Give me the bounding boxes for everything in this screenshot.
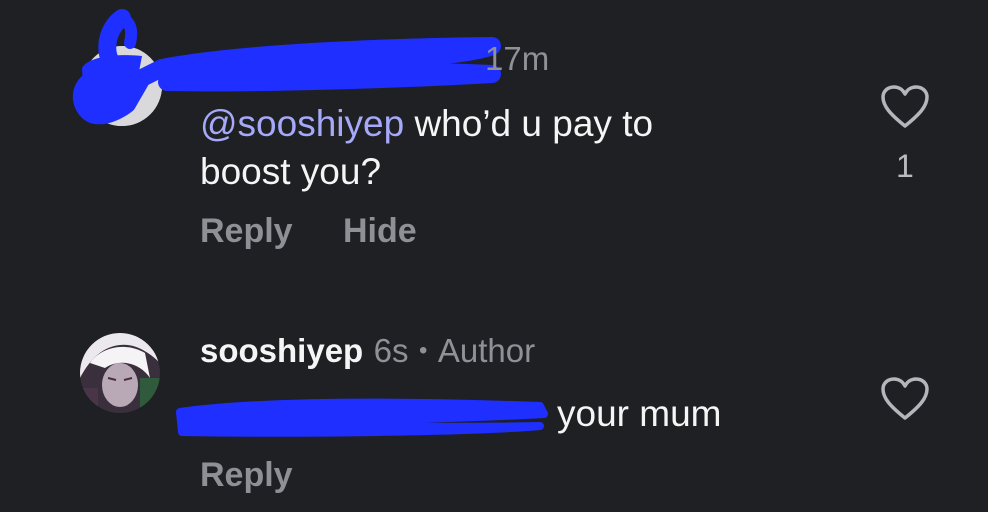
comment-timestamp: 17m: [485, 40, 550, 77]
hide-button[interactable]: Hide: [343, 212, 417, 251]
like-count: 1: [896, 148, 914, 184]
comment-body: @sooshiyep who’d u pay to: [200, 101, 653, 147]
reply-button[interactable]: Reply: [200, 456, 293, 495]
heart-icon[interactable]: [880, 376, 930, 422]
comment-header: sooshiyep 6s • Author: [200, 332, 535, 370]
comment-text: your mum: [557, 393, 722, 434]
heart-icon[interactable]: [880, 84, 930, 130]
author-badge: Author: [437, 332, 536, 369]
comment-text-line2: boost you?: [200, 151, 382, 192]
comment-timestamp: 6s: [373, 332, 409, 369]
mention-link[interactable]: @sooshiyep: [200, 103, 404, 144]
meta-separator: •: [418, 337, 428, 364]
commenter-avatar[interactable]: [82, 46, 162, 126]
reply-button[interactable]: Reply: [200, 212, 293, 251]
redaction-scribble: [176, 398, 548, 437]
username[interactable]: sooshiyep: [200, 332, 363, 369]
comment-text-line1: who’d u pay to: [404, 103, 654, 144]
author-avatar[interactable]: [80, 333, 160, 413]
comment-thread: 17m @sooshiyep who’d u pay to boost you?…: [0, 0, 988, 512]
